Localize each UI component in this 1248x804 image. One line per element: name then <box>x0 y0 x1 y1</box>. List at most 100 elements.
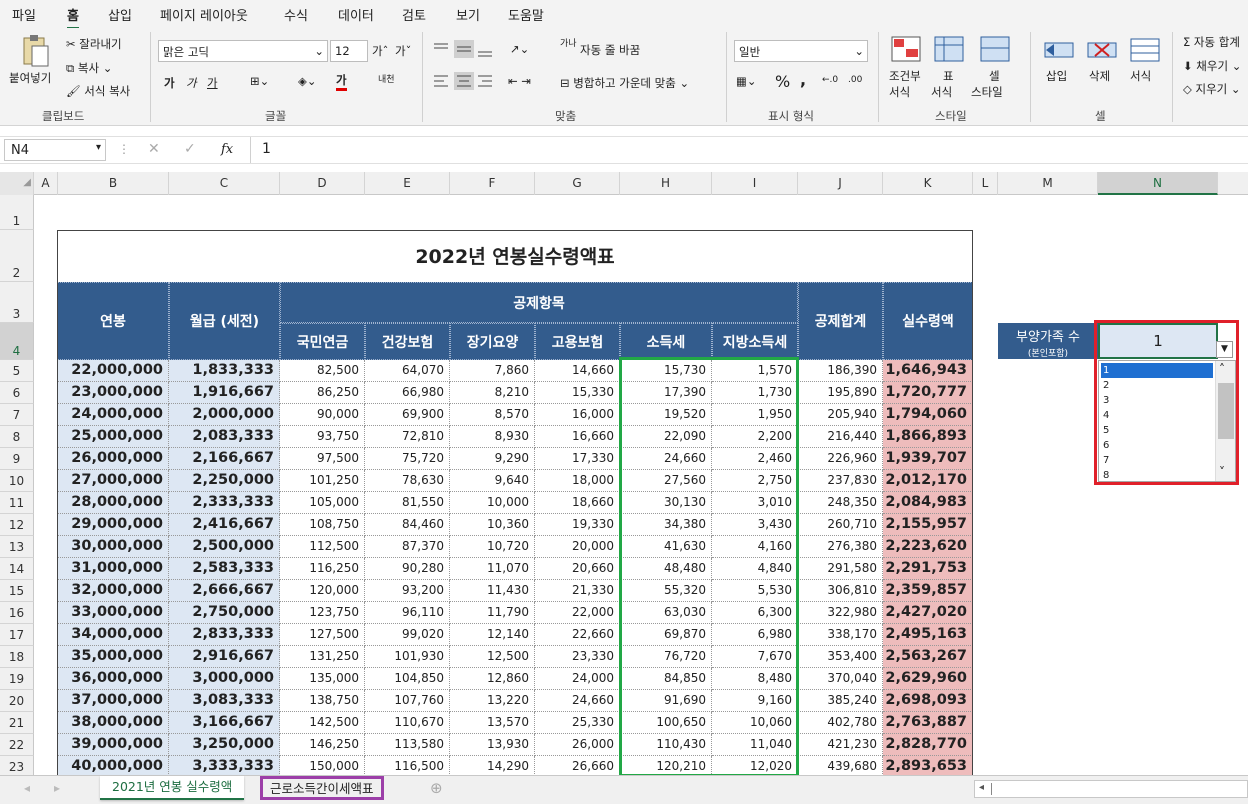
wrap-text-button[interactable]: 자동 줄 바꿈 <box>580 42 640 58</box>
comma-button[interactable]: , <box>800 70 806 89</box>
cell-monthly-pay[interactable]: 3,000,000 <box>169 668 280 690</box>
cell-employment-insurance[interactable]: 19,330 <box>535 514 620 536</box>
conditional-format-button[interactable]: 조건부 <box>889 68 921 84</box>
cell-total-deduction[interactable]: 248,350 <box>798 492 883 514</box>
col-header-c[interactable]: C <box>169 172 280 195</box>
cell-net-pay[interactable]: 1,646,943 <box>883 360 973 382</box>
cell-long-term-care[interactable]: 10,360 <box>450 514 535 536</box>
cell-total-deduction[interactable]: 195,890 <box>798 382 883 404</box>
merge-center-button[interactable]: ⊟ 병합하고 가운데 맞춤 ⌄ <box>560 75 689 91</box>
cell-net-pay[interactable]: 2,828,770 <box>883 734 973 756</box>
cell-styles-icon[interactable] <box>980 36 1010 62</box>
select-all-button[interactable]: ◢ <box>0 172 34 195</box>
format-cells-icon[interactable] <box>1130 38 1160 62</box>
cell-national-pension[interactable]: 101,250 <box>280 470 365 492</box>
cell-national-pension[interactable]: 90,000 <box>280 404 365 426</box>
cell-total-deduction[interactable]: 402,780 <box>798 712 883 734</box>
accounting-icon[interactable]: ▦⌄ <box>736 74 757 88</box>
cell-monthly-pay[interactable]: 2,666,667 <box>169 580 280 602</box>
underline-button[interactable]: 가 <box>207 75 218 91</box>
cell-net-pay[interactable]: 2,291,753 <box>883 558 973 580</box>
row-header-16[interactable]: 16 <box>0 602 34 624</box>
col-header-d[interactable]: D <box>280 172 365 195</box>
menu-home[interactable]: 홈 <box>67 5 79 29</box>
cell-national-pension[interactable]: 112,500 <box>280 536 365 558</box>
cell-national-pension[interactable]: 123,750 <box>280 602 365 624</box>
cell-monthly-pay[interactable]: 2,750,000 <box>169 602 280 624</box>
delete-cells-icon[interactable] <box>1087 38 1117 62</box>
cell-health-insurance[interactable]: 72,810 <box>365 426 450 448</box>
cell-net-pay[interactable]: 2,427,020 <box>883 602 973 624</box>
cell-employment-insurance[interactable]: 24,660 <box>535 690 620 712</box>
cell-employment-insurance[interactable]: 20,000 <box>535 536 620 558</box>
sheet-tab-simplified-tax-table[interactable]: 근로소득간이세액표 <box>260 776 384 800</box>
format-as-table-icon[interactable] <box>934 36 964 62</box>
cell-salary[interactable]: 37,000,000 <box>57 690 169 712</box>
cell-employment-insurance[interactable]: 23,330 <box>535 646 620 668</box>
prev-sheet-icon[interactable]: ◂ <box>24 781 30 795</box>
row-header-15[interactable]: 15 <box>0 580 34 602</box>
row-header-14[interactable]: 14 <box>0 558 34 580</box>
cell-national-pension[interactable]: 116,250 <box>280 558 365 580</box>
cell-long-term-care[interactable]: 7,860 <box>450 360 535 382</box>
cell-salary[interactable]: 35,000,000 <box>57 646 169 668</box>
cell-health-insurance[interactable]: 69,900 <box>365 404 450 426</box>
scroll-left-icon[interactable]: ◂ <box>979 782 984 793</box>
cell-employment-insurance[interactable]: 18,660 <box>535 492 620 514</box>
row-header-19[interactable]: 19 <box>0 668 34 690</box>
cell-monthly-pay[interactable]: 3,166,667 <box>169 712 280 734</box>
row-header-7[interactable]: 7 <box>0 404 34 426</box>
row-header-4[interactable]: 4 <box>0 323 34 360</box>
format-as-table-button[interactable]: 표 <box>943 68 954 84</box>
cell-national-pension[interactable]: 97,500 <box>280 448 365 470</box>
cell-employment-insurance[interactable]: 16,660 <box>535 426 620 448</box>
cell-salary[interactable]: 28,000,000 <box>57 492 169 514</box>
cell-national-pension[interactable]: 82,500 <box>280 360 365 382</box>
cell-total-deduction[interactable]: 205,940 <box>798 404 883 426</box>
cell-long-term-care[interactable]: 8,570 <box>450 404 535 426</box>
cell-salary[interactable]: 38,000,000 <box>57 712 169 734</box>
col-header-n[interactable]: N <box>1098 172 1218 195</box>
insert-cells-button[interactable]: 삽입 <box>1046 68 1067 84</box>
cell-monthly-pay[interactable]: 2,500,000 <box>169 536 280 558</box>
cell-health-insurance[interactable]: 101,930 <box>365 646 450 668</box>
bold-button[interactable]: 가 <box>164 75 175 91</box>
cell-health-insurance[interactable]: 96,110 <box>365 602 450 624</box>
menu-file[interactable]: 파일 <box>12 5 36 24</box>
menu-formulas[interactable]: 수식 <box>284 5 308 24</box>
menu-help[interactable]: 도움말 <box>508 5 544 24</box>
cell-salary[interactable]: 23,000,000 <box>57 382 169 404</box>
cell-long-term-care[interactable]: 10,720 <box>450 536 535 558</box>
cell-salary[interactable]: 24,000,000 <box>57 404 169 426</box>
col-header-e[interactable]: E <box>365 172 450 195</box>
cell-salary[interactable]: 34,000,000 <box>57 624 169 646</box>
cell-employment-insurance[interactable]: 22,000 <box>535 602 620 624</box>
cell-employment-insurance[interactable]: 17,330 <box>535 448 620 470</box>
cell-net-pay[interactable]: 2,495,163 <box>883 624 973 646</box>
cell-long-term-care[interactable]: 8,210 <box>450 382 535 404</box>
cell-monthly-pay[interactable]: 3,250,000 <box>169 734 280 756</box>
cell-employment-insurance[interactable]: 20,660 <box>535 558 620 580</box>
row-header-2[interactable]: 2 <box>0 230 34 282</box>
enter-icon[interactable]: ✓ <box>184 141 196 157</box>
fill-color-icon[interactable]: ◈⌄ <box>298 74 316 88</box>
cell-national-pension[interactable]: 138,750 <box>280 690 365 712</box>
cell-total-deduction[interactable]: 353,400 <box>798 646 883 668</box>
cell-net-pay[interactable]: 2,359,857 <box>883 580 973 602</box>
format-painter-button[interactable]: 🖌 서식 복사 <box>66 83 130 99</box>
cell-national-pension[interactable]: 127,500 <box>280 624 365 646</box>
cell-long-term-care[interactable]: 13,930 <box>450 734 535 756</box>
cell-monthly-pay[interactable]: 2,833,333 <box>169 624 280 646</box>
cell-net-pay[interactable]: 2,155,957 <box>883 514 973 536</box>
cell-national-pension[interactable]: 120,000 <box>280 580 365 602</box>
cell-long-term-care[interactable]: 8,930 <box>450 426 535 448</box>
cell-health-insurance[interactable]: 90,280 <box>365 558 450 580</box>
col-header-a[interactable]: A <box>34 172 58 195</box>
cell-national-pension[interactable]: 93,750 <box>280 426 365 448</box>
paste-button[interactable]: 붙여넣기 <box>9 70 51 86</box>
cell-net-pay[interactable]: 2,563,267 <box>883 646 973 668</box>
cell-employment-insurance[interactable]: 26,000 <box>535 734 620 756</box>
add-sheet-icon[interactable]: ⊕ <box>430 779 443 797</box>
increase-font-icon[interactable]: 가ˆ <box>372 43 388 59</box>
cell-national-pension[interactable]: 105,000 <box>280 492 365 514</box>
